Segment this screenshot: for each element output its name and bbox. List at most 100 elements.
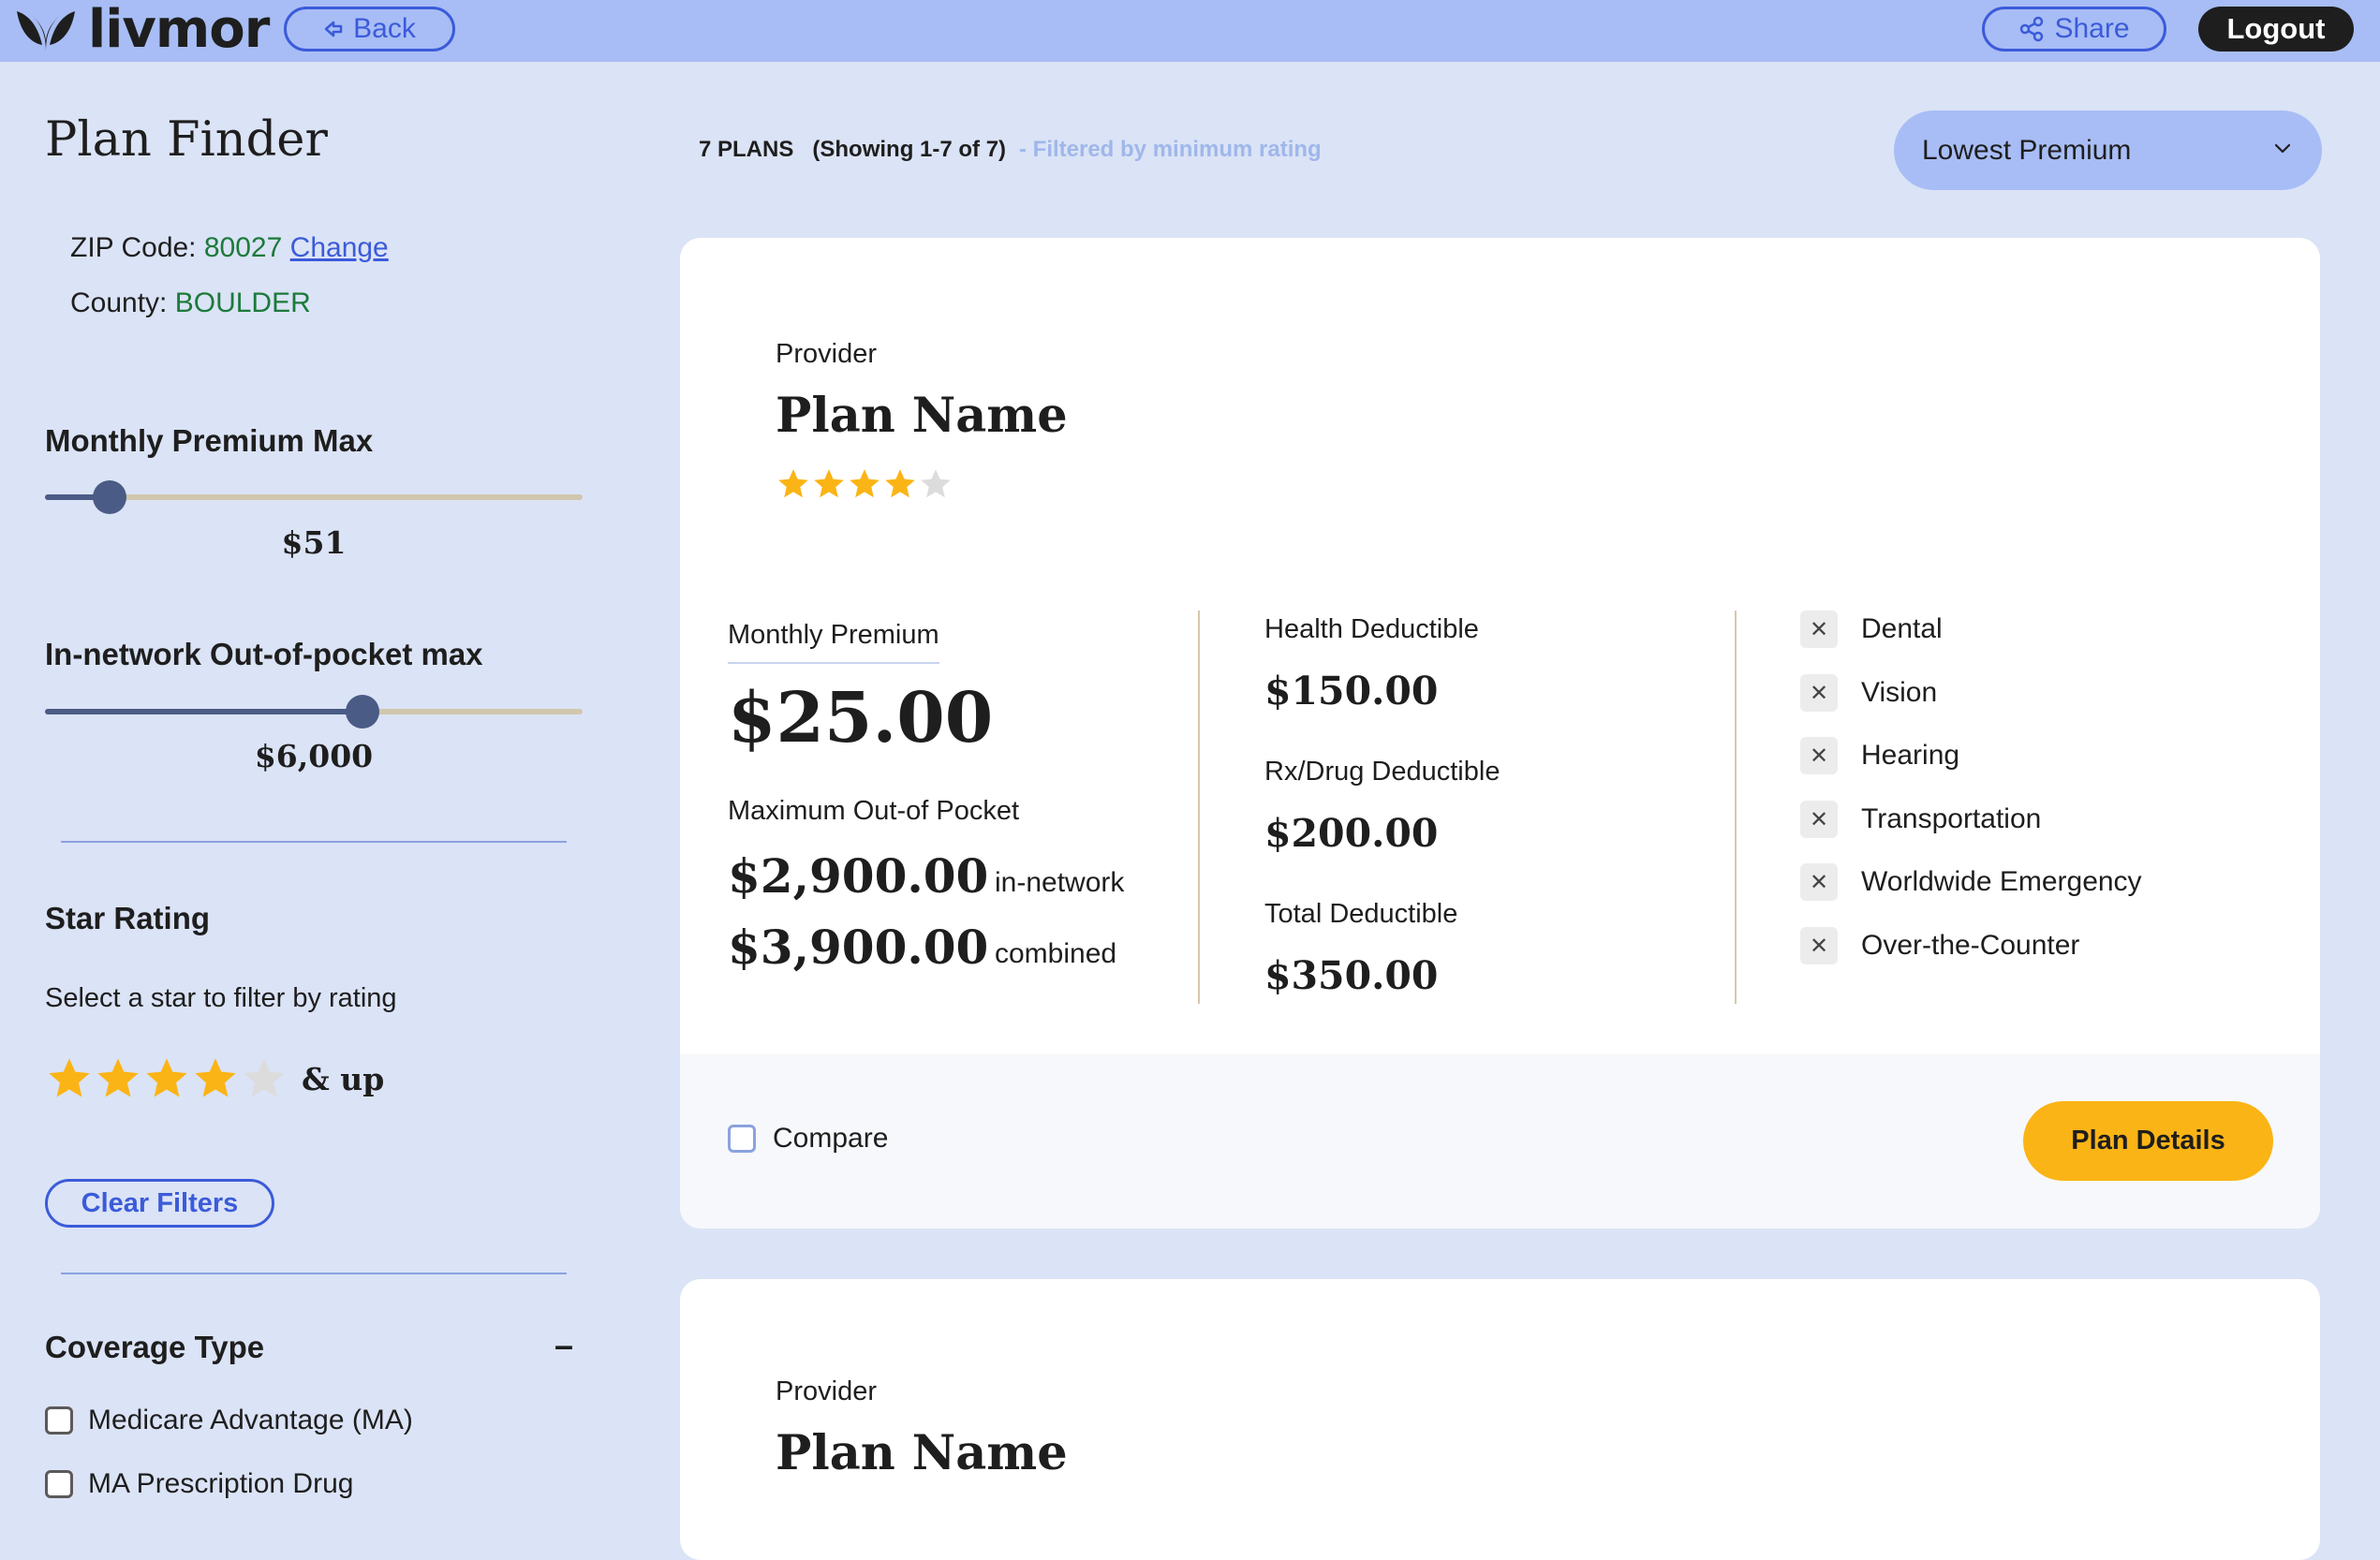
zip-code-line: ZIP Code: 80027 Change <box>70 232 389 264</box>
benefit-label: Dental <box>1861 613 1943 644</box>
compare-checkbox[interactable] <box>728 1125 756 1153</box>
checkbox[interactable] <box>45 1406 73 1435</box>
benefit-item: ✕ Dental <box>1800 611 1943 648</box>
oop-max-value: $6,000 <box>254 738 374 774</box>
benefit-item: ✕ Over-the-Counter <box>1800 927 2079 964</box>
share-label: Share <box>2054 13 2130 44</box>
back-label: Back <box>353 13 416 44</box>
oop-slider-thumb[interactable] <box>345 695 379 728</box>
star-icon[interactable] <box>94 1054 142 1103</box>
star-rating-label: Star Rating <box>45 901 211 935</box>
close-icon: ✕ <box>1800 737 1838 774</box>
close-icon: ✕ <box>1800 674 1838 712</box>
star-icon <box>882 466 918 502</box>
monthly-premium-value: $25.00 <box>728 678 994 758</box>
chevron-down-icon <box>2274 143 2291 154</box>
showing-range: (Showing 1-7 of 7) <box>812 137 1007 162</box>
top-bar: livmor Back Share Logout <box>0 0 2380 62</box>
benefit-label: Transportation <box>1861 803 2042 834</box>
back-button[interactable]: Back <box>284 7 455 52</box>
plan-rating <box>776 466 953 502</box>
moop-combined-tag: combined <box>995 938 1117 969</box>
share-button[interactable]: Share <box>1982 7 2166 52</box>
benefit-item: ✕ Hearing <box>1800 737 1959 774</box>
plan-details-button[interactable]: Plan Details <box>2023 1101 2273 1181</box>
star-rating-hint: Select a star to filter by rating <box>45 983 397 1013</box>
county-value: BOULDER <box>174 287 311 318</box>
coverage-option-label: Medicare Advantage (MA) <box>88 1405 413 1435</box>
moop-in-network-tag: in-network <box>995 867 1125 898</box>
moop-combined-value: $3,900.00 <box>728 920 989 975</box>
health-deductible-label: Health Deductible <box>1264 614 1479 644</box>
coverage-option-label: MA Prescription Drug <box>88 1468 354 1499</box>
zip-change-link[interactable]: Change <box>290 232 389 263</box>
share-icon <box>2020 16 2044 42</box>
benefit-label: Hearing <box>1861 740 1960 771</box>
close-icon: ✕ <box>1800 863 1838 901</box>
logout-button[interactable]: Logout <box>2198 7 2354 52</box>
column-divider <box>1735 611 1737 1004</box>
leaf-logo-icon <box>17 11 75 52</box>
premium-slider-thumb[interactable] <box>92 480 126 514</box>
benefit-label: Worldwide Emergency <box>1861 866 2142 897</box>
plan-card: Provider Plan Name Monthly Premium $25.0… <box>680 238 2320 1229</box>
column-divider <box>1198 611 1200 1004</box>
rx-deductible-value: $200.00 <box>1264 811 1439 856</box>
plan-provider: Provider <box>776 339 877 369</box>
star-icon <box>776 466 811 502</box>
compare-label: Compare <box>773 1123 889 1154</box>
close-icon: ✕ <box>1800 801 1838 838</box>
filter-note: - Filtered by minimum rating <box>1019 137 1322 162</box>
star-icon <box>918 466 953 502</box>
coverage-option[interactable]: Medicare Advantage (MA) <box>45 1405 413 1436</box>
zip-value: 80027 <box>203 232 283 263</box>
plan-provider: Provider <box>776 1376 877 1406</box>
collapse-coverage-button[interactable]: – <box>554 1326 573 1365</box>
page-title: Plan Finder <box>45 112 328 168</box>
oop-slider-fill <box>45 709 362 714</box>
star-icon[interactable] <box>45 1054 94 1103</box>
star-rating-filter: & up <box>45 1054 384 1103</box>
rx-deductible-label: Rx/Drug Deductible <box>1264 757 1500 787</box>
benefit-label: Over-the-Counter <box>1861 930 2080 961</box>
clear-filters-button[interactable]: Clear Filters <box>45 1179 274 1228</box>
plan-card: Provider Plan Name <box>680 1279 2320 1560</box>
premium-max-value: $51 <box>281 524 347 561</box>
checkbox[interactable] <box>45 1470 73 1498</box>
star-rating-stars[interactable] <box>45 1054 288 1103</box>
total-deductible-label: Total Deductible <box>1264 899 1458 929</box>
benefit-item: ✕ Vision <box>1800 674 1937 712</box>
star-rating-suffix: & up <box>302 1060 385 1097</box>
star-icon[interactable] <box>240 1054 288 1103</box>
monthly-premium-label: Monthly Premium <box>728 620 939 664</box>
sidebar-divider <box>61 1273 567 1274</box>
sort-dropdown[interactable]: Lowest Premium <box>1894 110 2322 190</box>
plan-name: Plan Name <box>776 1425 1068 1481</box>
star-icon[interactable] <box>191 1054 240 1103</box>
logo-text: livmor <box>88 0 270 60</box>
sort-value: Lowest Premium <box>1922 134 2132 166</box>
benefit-label: Vision <box>1861 677 1938 708</box>
oop-max-slider[interactable] <box>45 695 583 728</box>
close-icon: ✕ <box>1800 611 1838 648</box>
zip-label: ZIP Code: <box>70 232 197 263</box>
total-deductible-value: $350.00 <box>1264 953 1439 998</box>
county-label: County: <box>70 287 168 318</box>
plan-count: 7 PLANS <box>699 137 794 162</box>
results-count: 7 PLANS (Showing 1-7 of 7) <box>699 137 1006 163</box>
plan-name: Plan Name <box>776 388 1068 444</box>
moop-in-network-value: $2,900.00 <box>728 848 989 904</box>
star-icon[interactable] <box>142 1054 191 1103</box>
moop-label: Maximum Out-of Pocket <box>728 796 1020 826</box>
coverage-option[interactable]: MA Prescription Drug <box>45 1468 353 1500</box>
coverage-type-label: Coverage Type <box>45 1330 265 1364</box>
compare-toggle[interactable]: Compare <box>728 1123 888 1155</box>
premium-max-label: Monthly Premium Max <box>45 423 374 458</box>
health-deductible-value: $150.00 <box>1264 669 1439 714</box>
close-icon: ✕ <box>1800 927 1838 964</box>
premium-max-slider[interactable] <box>45 480 583 514</box>
back-arrow-icon <box>324 21 343 37</box>
star-icon <box>811 466 847 502</box>
logo[interactable]: livmor <box>11 0 270 60</box>
benefit-item: ✕ Worldwide Emergency <box>1800 863 2142 901</box>
